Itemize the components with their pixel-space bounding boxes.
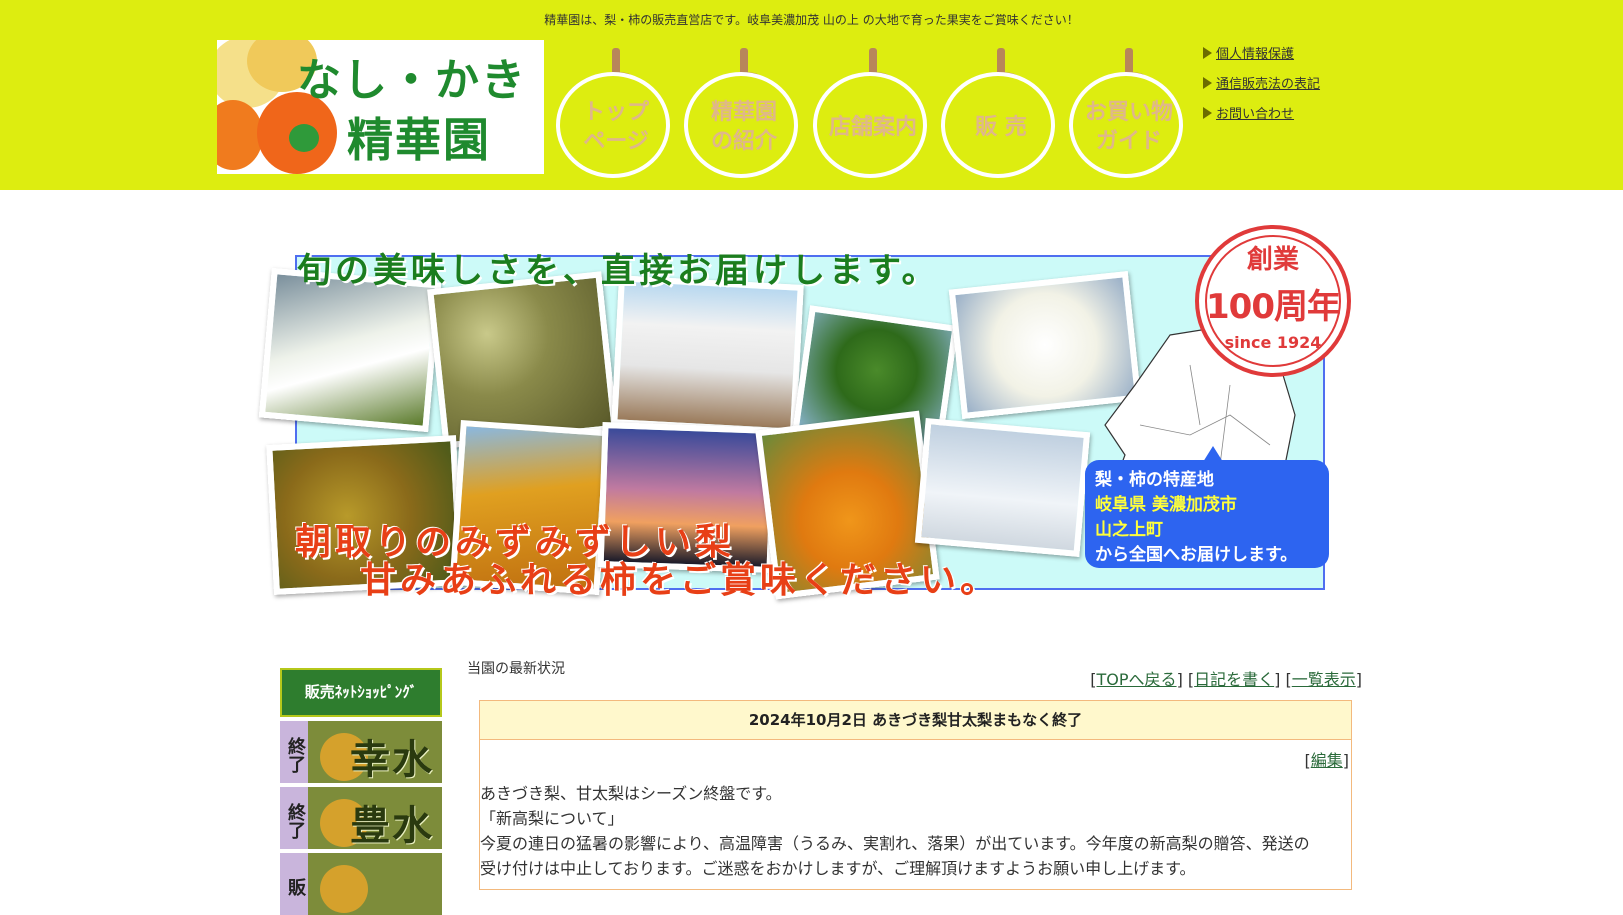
banner-title: 旬の美味しさを、直接お届けします。 — [297, 251, 940, 291]
status-badge: 終了 — [280, 721, 308, 783]
nav-about[interactable]: 精華園 の紹介 — [683, 48, 805, 178]
section-title: 当園の最新状況 — [467, 661, 565, 677]
link-privacy[interactable]: 個人情報保護 — [1203, 44, 1320, 74]
link-back-to-top[interactable]: TOPへ戻る — [1097, 670, 1177, 689]
nav-sales[interactable]: 販 売 — [940, 48, 1062, 178]
seal-mid-text: 100周年 — [1206, 287, 1341, 327]
clover-icon — [289, 124, 319, 152]
sidebar: 販売ﾈｯﾄｼｮｯﾋﾟﾝｸﾞ 終了 幸水 終了 豊水 販 — [280, 668, 442, 915]
triangle-bullet-icon — [1203, 107, 1212, 119]
edit-link-wrap: [編集] — [1304, 751, 1349, 770]
nav-label: 店舗案内 — [828, 114, 917, 140]
banner-slogan-2: 甘みあふれる柿をご賞味ください。 — [360, 560, 1001, 601]
nav-label: トップ ページ — [582, 100, 649, 154]
callout-line3: 山之上町 — [1095, 520, 1163, 540]
triangle-bullet-icon — [1203, 47, 1212, 59]
site-logo[interactable]: なし・かき 精華園 — [217, 40, 544, 174]
nav-label: お買い物 ガイド — [1084, 100, 1173, 154]
header-links: 個人情報保護 通信販売法の表記 お問い合わせ — [1203, 44, 1320, 134]
product-name: 幸水 — [350, 737, 434, 783]
sidebar-item-hosui[interactable]: 終了 豊水 — [280, 787, 442, 849]
logo-text-line1: なし・かき — [297, 55, 527, 106]
photo-snowy-orchard — [914, 418, 1091, 557]
nav-store-info[interactable]: 店舗案内 — [812, 48, 934, 178]
link-list-view[interactable]: 一覧表示 — [1292, 670, 1356, 689]
callout-line2: 岐阜県 美濃加茂市 — [1095, 495, 1237, 515]
nav-shopping-guide[interactable]: お買い物 ガイド — [1068, 48, 1190, 178]
sidebar-item-partial[interactable]: 販 — [280, 853, 442, 915]
photo-store-building — [611, 275, 804, 435]
photo-pears — [427, 271, 618, 449]
diary-entry: 2024年10月2日 あきづき梨甘太梨まもなく終了 [編集] あきづき梨、甘太梨… — [479, 700, 1352, 890]
link-commerce-law[interactable]: 通信販売法の表記 — [1203, 74, 1320, 104]
status-badge: 販 — [280, 853, 308, 915]
sidebar-item-kosui[interactable]: 終了 幸水 — [280, 721, 442, 783]
location-callout: 梨・柿の特産地 岐阜県 美濃加茂市 山之上町 から全国へお届けします。 — [1085, 446, 1329, 568]
seal-top-text: 創業 — [1246, 245, 1299, 275]
photo-pear-blossoms — [258, 267, 442, 433]
pear-icon — [320, 865, 368, 913]
anniversary-seal: 創業 100周年 since 1924 — [1195, 225, 1351, 377]
edit-link[interactable]: 編集 — [1311, 751, 1343, 770]
entry-title: 2024年10月2日 あきづき梨甘太梨まもなく終了 — [480, 701, 1351, 740]
logo-text-line2: 精華園 — [347, 113, 491, 167]
net-shopping-header[interactable]: 販売ﾈｯﾄｼｮｯﾋﾟﾝｸﾞ — [280, 668, 442, 717]
callout-line1: 梨・柿の特産地 — [1095, 470, 1214, 490]
nav-label: 精華園 の紹介 — [710, 100, 777, 154]
link-contact[interactable]: お問い合わせ — [1203, 104, 1320, 134]
entry-line: あきづき梨、甘太梨はシーズン終盤です。 — [480, 784, 782, 803]
entry-line: 今夏の連日の猛暑の影響により、高温障害（うるみ、実割れ、落果）が出ています。今年… — [480, 834, 1310, 853]
status-badge: 終了 — [280, 787, 308, 849]
site-tagline: 精華園は、梨・柿の販売直営店です。岐阜美濃加茂 山の上 の大地で育った果実をご賞… — [544, 13, 1079, 27]
diary-nav-links: [TOPへ戻る] [日記を書く] [一覧表示] — [1090, 670, 1362, 689]
hero-banner: 旬の美味しさを、直接お届けします。 創業 100周年 since 1924 梨・… — [258, 225, 1351, 625]
callout-line4: から全国へお届けします。 — [1095, 545, 1298, 565]
entry-line: 受け付けは中止しております。ご迷惑をおかけしますが、ご理解頂けますようお願い申し… — [480, 859, 1196, 878]
entry-line: 「新高梨について」 — [480, 809, 624, 828]
nav-top-page[interactable]: トップ ページ — [555, 48, 677, 178]
nav-label: 販 売 — [975, 114, 1027, 140]
triangle-bullet-icon — [1203, 77, 1212, 89]
link-write-diary[interactable]: 日記を書く — [1194, 670, 1274, 689]
seal-bottom-text: since 1924 — [1224, 333, 1322, 352]
header-band: 精華園は、梨・柿の販売直営店です。岐阜美濃加茂 山の上 の大地で育った果実をご賞… — [0, 0, 1623, 190]
entry-body: あきづき梨、甘太梨はシーズン終盤です。 「新高梨について」 今夏の連日の猛暑の影… — [480, 781, 1350, 881]
product-name: 豊水 — [350, 803, 434, 849]
